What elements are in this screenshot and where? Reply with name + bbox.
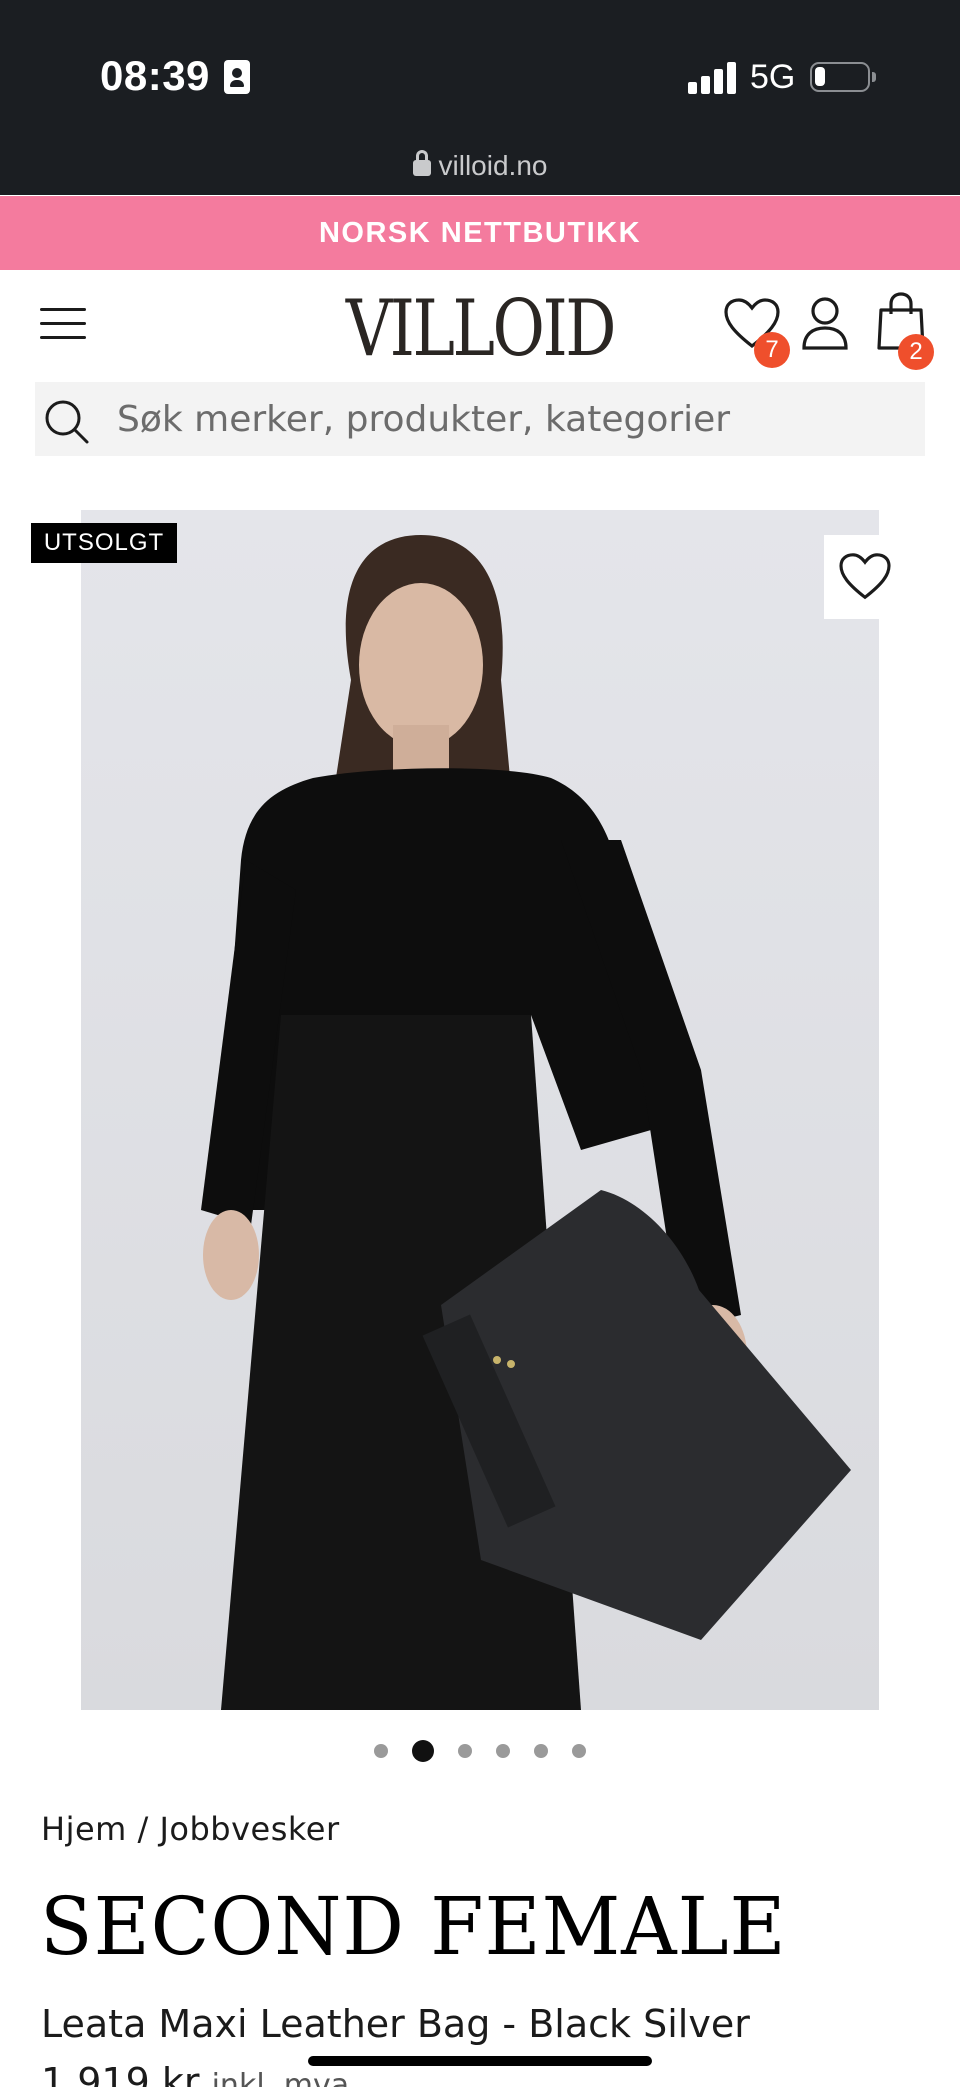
carousel-dot[interactable] — [496, 1744, 510, 1758]
product-photo-model — [201, 535, 851, 1710]
site-header: VILLOID 7 2 — [0, 270, 960, 380]
network-type: 5G — [750, 58, 796, 96]
carousel-dot[interactable] — [534, 1744, 548, 1758]
user-icon — [802, 297, 848, 350]
clock: 08:39 — [100, 52, 210, 99]
wishlist-button[interactable]: 7 — [724, 294, 790, 368]
image-carousel-dots — [0, 1740, 960, 1762]
vat-note: inkl. mva — [211, 2068, 350, 2087]
search-input[interactable] — [117, 382, 907, 456]
url-text: villoid.no — [438, 150, 548, 181]
carousel-dot[interactable] — [374, 1744, 388, 1758]
add-to-wishlist-button[interactable] — [824, 535, 906, 619]
menu-icon[interactable] — [40, 304, 88, 342]
lock-icon — [412, 150, 431, 176]
price-value: 1 919 kr — [41, 2060, 200, 2087]
id-card-icon — [224, 60, 250, 94]
account-button[interactable] — [800, 296, 852, 352]
cart-button[interactable]: 2 — [876, 292, 936, 370]
product-name: Leata Maxi Leather Bag - Black Silver — [41, 2002, 750, 2046]
cart-count-badge: 2 — [898, 334, 934, 370]
product-brand[interactable]: SECOND FEMALE — [40, 1880, 787, 1973]
product-price: 1 919 kr inkl. mva — [41, 2060, 349, 2087]
carousel-dot[interactable] — [572, 1744, 586, 1758]
heart-icon — [839, 553, 891, 600]
home-indicator — [308, 2056, 652, 2066]
status-bar: 08:39 5G villoid.no — [0, 0, 960, 195]
carousel-dot[interactable] — [458, 1744, 472, 1758]
sold-out-badge: UTSOLGT — [31, 523, 177, 563]
search-icon — [45, 400, 89, 444]
search-bar[interactable] — [35, 382, 925, 456]
product-image[interactable] — [81, 510, 879, 1710]
wishlist-count-badge: 7 — [754, 332, 790, 368]
carousel-dot[interactable] — [412, 1740, 434, 1762]
battery-icon — [810, 62, 876, 92]
breadcrumb[interactable]: Hjem / Jobbvesker — [41, 1810, 340, 1848]
promo-banner: NORSK NETTBUTIKK — [0, 196, 960, 270]
address-bar[interactable]: villoid.no — [0, 150, 960, 182]
signal-icon — [688, 62, 736, 94]
